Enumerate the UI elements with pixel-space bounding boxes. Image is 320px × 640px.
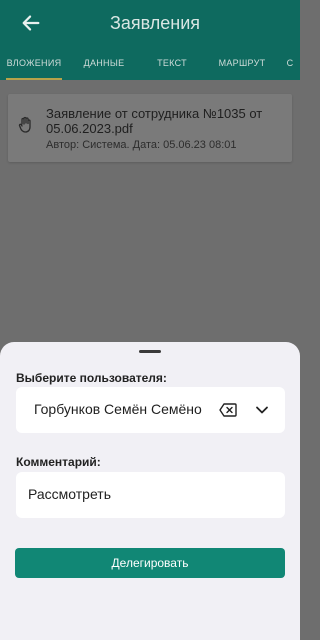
delegate-button[interactable]: Делегировать [15,548,285,578]
comment-field[interactable]: Рассмотреть [16,472,285,518]
arrow-left-icon[interactable] [20,12,42,34]
tab-text[interactable]: ТЕКСТ [140,46,204,80]
user-select-field[interactable]: Горбунков Семён Семёно [16,387,285,433]
comment-label: Комментарий: [16,455,101,469]
drag-handle[interactable] [139,350,161,353]
attachment-meta: Автор: Система. Дата: 05.06.23 08:01 [46,139,237,151]
tab-attachments[interactable]: ВЛОЖЕНИЯ [0,46,68,80]
hand-document-icon [18,116,31,133]
tab-bar: ВЛОЖЕНИЯ ДАННЫЕ ТЕКСТ МАРШРУТ С [0,46,300,80]
attachment-card[interactable]: Заявление от сотрудника №1035 от 05.06.2… [8,94,292,162]
app-bar: Заявления [0,0,300,46]
user-select-label: Выберите пользователя: [16,371,167,385]
backspace-clear-icon[interactable] [219,403,237,417]
tab-route[interactable]: МАРШРУТ [204,46,280,80]
comment-value: Рассмотреть [28,486,111,502]
user-select-value: Горбунков Семён Семёно [34,401,202,417]
tab-data[interactable]: ДАННЫЕ [68,46,140,80]
bottom-sheet: Выберите пользователя: Горбунков Семён С… [0,342,300,640]
attachment-filename: Заявление от сотрудника №1035 от 05.06.2… [46,106,263,136]
content-overlay: Заявление от сотрудника №1035 от 05.06.2… [0,80,300,342]
tab-more[interactable]: С [280,46,300,80]
chevron-down-icon[interactable] [255,404,269,416]
page-title: Заявления [110,13,201,33]
